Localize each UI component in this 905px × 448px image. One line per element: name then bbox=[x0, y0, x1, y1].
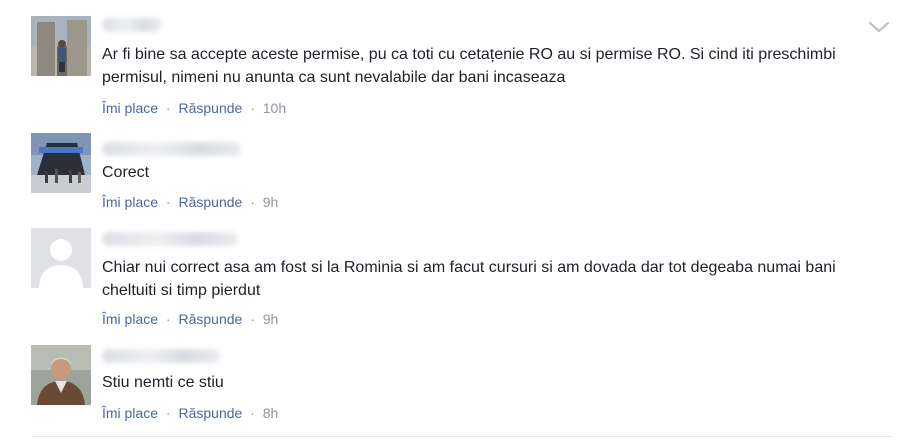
comment-actions: Îmi place · Răspunde · 9h bbox=[102, 310, 278, 328]
avatar[interactable] bbox=[31, 16, 91, 76]
author-name-blurred[interactable] bbox=[102, 142, 242, 156]
reply-link[interactable]: Răspunde bbox=[178, 100, 242, 116]
timestamp[interactable]: 8h bbox=[263, 405, 279, 421]
comment-text: Ar fi bine sa accepte aceste permise, pu… bbox=[102, 46, 836, 86]
reply-link[interactable]: Răspunde bbox=[178, 405, 242, 421]
separator-dot: · bbox=[250, 100, 255, 116]
separator-dot: · bbox=[250, 311, 255, 327]
author-name-blurred[interactable] bbox=[102, 349, 220, 363]
separator-dot: · bbox=[165, 311, 171, 327]
author-name-blurred[interactable] bbox=[102, 232, 238, 246]
comment-item: Stiu nemti ce stiu Îmi place · Răspunde … bbox=[31, 345, 891, 425]
like-link[interactable]: Îmi place bbox=[102, 311, 158, 327]
comment-item: Chiar nui correct asa am fost si la Romi… bbox=[31, 228, 891, 333]
divider bbox=[31, 436, 891, 437]
comment-text: Stiu nemti ce stiu bbox=[102, 374, 224, 391]
reply-link[interactable]: Răspunde bbox=[178, 311, 242, 327]
separator-dot: · bbox=[165, 100, 171, 116]
author-name-blurred[interactable] bbox=[102, 18, 162, 32]
comment-actions: Îmi place · Răspunde · 9h bbox=[102, 193, 278, 211]
comment-thread: Ar fi bine sa accepte aceste permise, pu… bbox=[0, 0, 905, 448]
comment-actions: Îmi place · Răspunde · 10h bbox=[102, 99, 286, 117]
like-link[interactable]: Îmi place bbox=[102, 100, 158, 116]
timestamp[interactable]: 9h bbox=[263, 311, 279, 327]
comment-item: Corect Îmi place · Răspunde · 9h bbox=[31, 133, 891, 213]
comment-text: Corect bbox=[102, 164, 150, 181]
separator-dot: · bbox=[165, 405, 171, 421]
timestamp[interactable]: 9h bbox=[263, 194, 279, 210]
like-link[interactable]: Îmi place bbox=[102, 405, 158, 421]
comment-text: Chiar nui correct asa am fost si la Romi… bbox=[102, 259, 836, 299]
separator-dot: · bbox=[165, 194, 171, 210]
comment-actions: Îmi place · Răspunde · 8h bbox=[102, 404, 278, 422]
separator-dot: · bbox=[250, 405, 255, 421]
comment-item: Ar fi bine sa accepte aceste permise, pu… bbox=[31, 16, 891, 126]
reply-link[interactable]: Răspunde bbox=[178, 194, 242, 210]
avatar[interactable] bbox=[31, 133, 91, 193]
separator-dot: · bbox=[250, 194, 255, 210]
timestamp[interactable]: 10h bbox=[263, 100, 286, 116]
like-link[interactable]: Îmi place bbox=[102, 194, 158, 210]
person-silhouette-icon[interactable] bbox=[31, 228, 91, 288]
chevron-down-icon[interactable] bbox=[866, 16, 892, 38]
avatar[interactable] bbox=[31, 345, 91, 405]
